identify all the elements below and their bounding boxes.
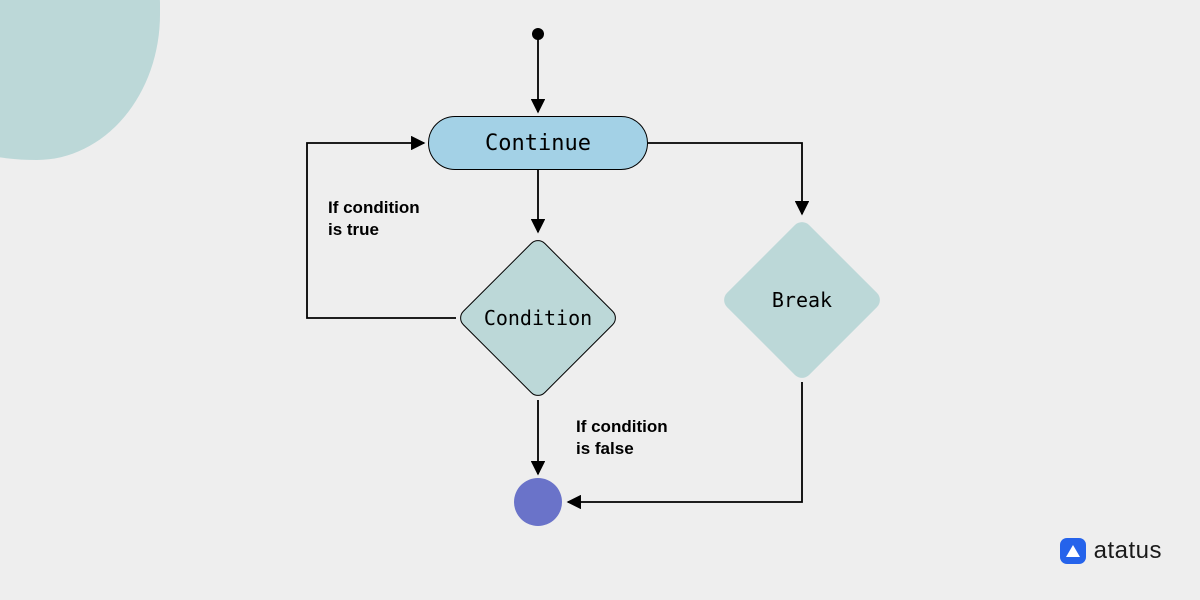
brand-name: atatus [1094, 537, 1162, 565]
break-node: Break [720, 218, 884, 382]
brand-logo: atatus [1060, 537, 1162, 565]
flowchart-canvas: Continue Condition Break If condition is… [0, 0, 1200, 600]
condition-label: Condition [484, 306, 592, 330]
true-branch-label: If condition is true [328, 197, 420, 241]
continue-node: Continue [428, 116, 648, 170]
condition-node: Condition [456, 236, 620, 400]
start-node [532, 28, 544, 40]
continue-label: Continue [485, 131, 591, 156]
false-branch-label: If condition is false [576, 416, 668, 460]
break-label: Break [772, 288, 832, 312]
brand-mark-icon [1060, 538, 1086, 564]
end-node [514, 478, 562, 526]
